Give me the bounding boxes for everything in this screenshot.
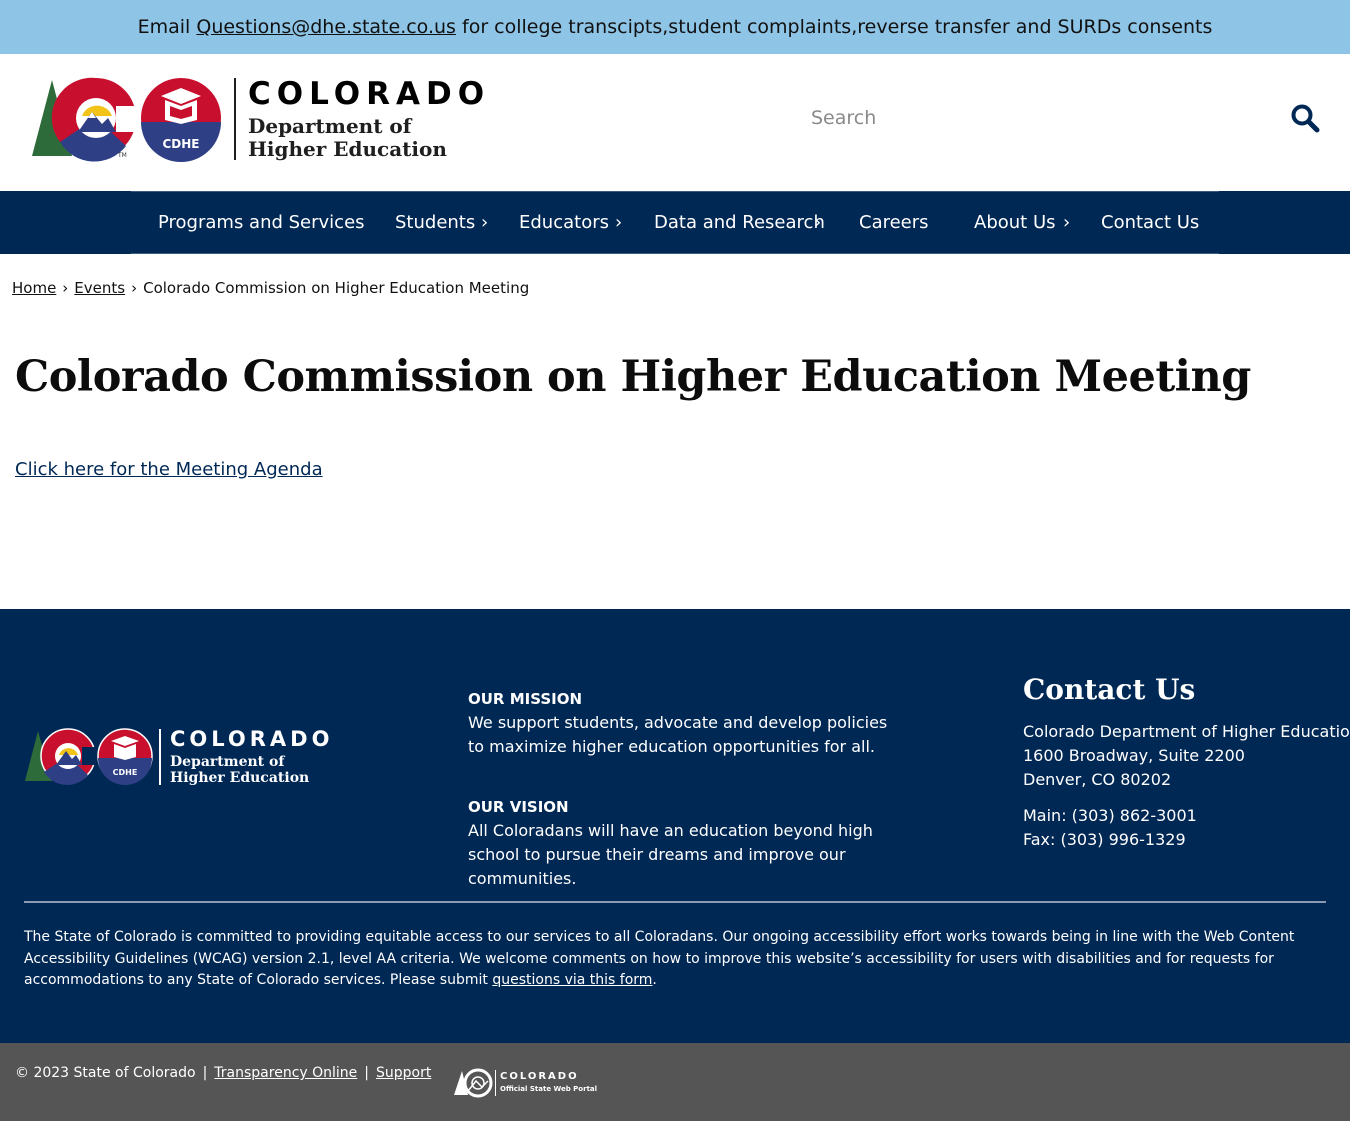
footer-contact-heading: Contact Us	[1023, 673, 1196, 706]
transparency-online-link[interactable]: Transparency Online	[214, 1065, 357, 1081]
breadcrumb-events[interactable]: Events	[74, 279, 125, 297]
logo-colorado-wordmark: COLORADO	[248, 76, 491, 112]
bottom-bar: © 2023 State of Colorado | Transparency On…	[0, 1043, 1350, 1121]
nav-data-and-research[interactable]: Data and Research	[654, 192, 825, 253]
search-icon	[1291, 104, 1320, 132]
alert-email-link[interactable]: Questions@dhe.state.co.us	[196, 16, 456, 38]
footer-logo-divider	[159, 729, 161, 785]
nav-programs-and-services[interactable]: Programs and Services	[158, 192, 365, 253]
copyright: © 2023 State of Colorado	[15, 1065, 196, 1081]
search-input[interactable]	[800, 90, 1270, 146]
colorado-portal-logo[interactable]: COLORADO Official State Web Portal	[454, 1067, 598, 1099]
alert-suffix: for college transcipts,student complaint…	[455, 16, 1213, 38]
contact-phones: Main: (303) 862-3001 Fax: (303) 996-1329	[1023, 804, 1343, 852]
portal-logo-divider	[495, 1070, 496, 1096]
breadcrumb-separator: ›	[131, 279, 138, 297]
bottom-links: © 2023 State of Colorado | Transparency On…	[15, 1065, 431, 1081]
svg-text:CDHE: CDHE	[113, 768, 138, 777]
search-button[interactable]	[1288, 102, 1322, 136]
nav-contact-us[interactable]: Contact Us	[1101, 192, 1199, 253]
svg-text:CDHE: CDHE	[162, 137, 199, 151]
footer-logo-department-name: Department of Higher Education	[170, 754, 309, 786]
nav-about-us-chevron-icon[interactable]: ›	[1063, 192, 1070, 253]
footer-logo-colorado-wordmark: COLORADO	[170, 727, 334, 751]
nav-data-research-chevron-icon[interactable]: ›	[814, 192, 821, 253]
footer-vision: OUR VISION All Coloradans will have an e…	[468, 795, 908, 891]
footer-logo-dept-line1: Department of	[170, 754, 285, 770]
breadcrumb-home[interactable]: Home	[12, 279, 56, 297]
accessibility-text: The State of Colorado is committed to pr…	[24, 929, 1295, 988]
nav-careers[interactable]: Careers	[859, 192, 929, 253]
footer-colorado-c-emblem-icon: CDHE	[25, 728, 153, 785]
colorado-portal-emblem-icon	[454, 1068, 493, 1098]
footer-contact: Contact Us Colorado Department of Higher…	[1023, 673, 1350, 852]
breadcrumb-separator: ›	[62, 279, 69, 297]
logo-dept-line1: Department of	[248, 114, 412, 138]
contact-org: Colorado Department of Higher Education	[1023, 722, 1350, 741]
site-footer: CDHE COLORADO Department of Higher Educa…	[0, 609, 1350, 1043]
alert-bar: Email Questions@dhe.state.co.us for coll…	[0, 0, 1350, 54]
logo-department-name: Department of Higher Education	[248, 115, 447, 161]
breadcrumb-current: Colorado Commission on Higher Education …	[143, 279, 530, 297]
svg-text:TM: TM	[117, 152, 127, 159]
support-link[interactable]: Support	[376, 1065, 431, 1081]
bottom-pipe: |	[202, 1065, 208, 1081]
portal-logo-title: COLORADO	[500, 1071, 579, 1082]
contact-main-phone: Main: (303) 862-3001	[1023, 806, 1197, 825]
contact-city: Denver, CO 80202	[1023, 770, 1172, 789]
main-nav: Programs and Services Students › Educato…	[0, 191, 1350, 254]
contact-street: 1600 Broadway, Suite 2200	[1023, 746, 1245, 765]
nav-educators-chevron-icon[interactable]: ›	[615, 192, 622, 253]
page-title: Colorado Commission on Higher Education …	[15, 352, 1251, 402]
portal-logo-subtitle: Official State Web Portal	[500, 1085, 598, 1093]
meeting-agenda-link[interactable]: Click here for the Meeting Agenda	[15, 459, 323, 480]
logo-divider	[234, 78, 236, 160]
contact-fax: Fax: (303) 996-1329	[1023, 830, 1186, 849]
logo-dept-line2: Higher Education	[248, 137, 447, 161]
nav-students-chevron-icon[interactable]: ›	[481, 192, 488, 253]
nav-students[interactable]: Students	[395, 192, 475, 253]
mission-heading: OUR MISSION	[468, 690, 583, 708]
mission-text: We support students, advocate and develo…	[468, 713, 888, 756]
footer-logo-dept-line2: Higher Education	[170, 770, 310, 786]
footer-divider	[24, 901, 1326, 903]
colorado-c-emblem-icon: TM CDHE	[32, 77, 221, 162]
alert-prefix: Email	[137, 16, 197, 38]
search-form	[800, 90, 1330, 146]
main-nav-inner: Programs and Services Students › Educato…	[131, 191, 1219, 254]
accessibility-form-link[interactable]: questions via this form	[492, 972, 652, 988]
footer-cdhe-logo[interactable]: CDHE COLORADO Department of Higher Educa…	[24, 727, 334, 789]
footer-mission: OUR MISSION We support students, advocat…	[468, 687, 908, 759]
nav-educators[interactable]: Educators	[519, 192, 609, 253]
site-header: TM CDHE COLORADO Department of Higher Ed…	[0, 54, 1350, 191]
vision-text: All Coloradans will have an education be…	[468, 821, 873, 888]
nav-about-us[interactable]: About Us	[974, 192, 1056, 253]
accessibility-end: .	[652, 972, 657, 988]
cdhe-logo[interactable]: TM CDHE COLORADO Department of Higher Ed…	[30, 76, 485, 164]
breadcrumb: Home › Events › Colorado Commission on Highe…	[12, 279, 529, 297]
vision-heading: OUR VISION	[468, 798, 569, 816]
bottom-pipe: |	[364, 1065, 370, 1081]
accessibility-statement: The State of Colorado is committed to pr…	[24, 927, 1324, 992]
